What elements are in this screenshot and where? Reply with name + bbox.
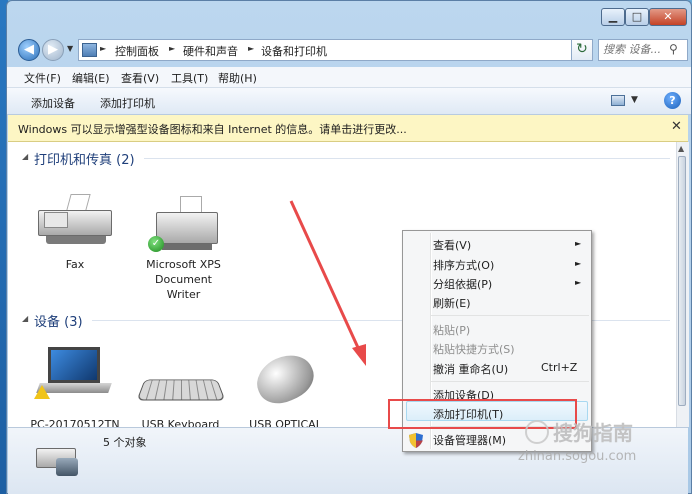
menu-edit[interactable]: 编辑(E) [72, 70, 110, 86]
add-printer-button[interactable]: 添加打印机 [100, 95, 155, 111]
menu-bar: 文件(F) 编辑(E) 查看(V) 工具(T) 帮助(H) [7, 67, 691, 88]
annotation-highlight-box [388, 399, 577, 429]
watermark-url: zhinan.sogou.com [518, 449, 637, 464]
collapse-arrow-icon[interactable]: ◢ [22, 152, 28, 161]
mouse-icon [249, 346, 321, 412]
forward-button[interactable]: ▶ [42, 39, 64, 61]
refresh-button[interactable]: ↻ [571, 39, 593, 61]
breadcrumb-separator-icon[interactable]: ► [248, 44, 254, 53]
menu-item-refresh[interactable]: 刷新(E) [433, 295, 471, 311]
device-xps-writer[interactable]: ✓ Microsoft XPS Document Writer [136, 192, 231, 302]
search-input[interactable] [603, 43, 665, 56]
menu-item-view[interactable]: 查看(V) [433, 237, 471, 253]
group-header-devices[interactable]: 设备 (3) [34, 311, 83, 330]
object-count: 5 个对象 [103, 436, 147, 449]
close-button[interactable]: ✕ [649, 8, 687, 26]
help-icon[interactable]: ? [664, 92, 681, 109]
breadcrumb-separator-icon[interactable]: ► [100, 44, 106, 53]
submenu-arrow-icon: ► [575, 259, 582, 268]
menu-tools[interactable]: 工具(T) [171, 70, 208, 86]
submenu-arrow-icon: ► [575, 278, 582, 287]
breadcrumb-hardware-sound[interactable]: 硬件和声音 [183, 43, 238, 59]
menu-item-device-manager[interactable]: 设备管理器(M) [433, 432, 506, 448]
group-header-printers[interactable]: 打印机和传真 (2) [34, 149, 135, 168]
menu-file[interactable]: 文件(F) [24, 70, 61, 86]
fax-keypad-icon [44, 212, 68, 228]
device-label-line: Document [155, 273, 212, 286]
back-button[interactable]: ◀ [18, 39, 40, 61]
breadcrumb-separator-icon[interactable]: ► [169, 44, 175, 53]
keyboard-icon [136, 379, 226, 401]
default-printer-check-icon: ✓ [148, 236, 164, 252]
refresh-icon: ↻ [576, 41, 588, 57]
device-label: Fax [65, 258, 85, 271]
printer-tray-icon [162, 244, 212, 250]
device-label: Microsoft XPS Document Writer [136, 257, 231, 302]
camera-icon [56, 458, 78, 476]
warning-icon [34, 385, 50, 399]
menu-help[interactable]: 帮助(H) [218, 70, 257, 86]
undo-shortcut: Ctrl+Z [541, 361, 578, 374]
control-panel-icon [82, 43, 97, 57]
collapse-arrow-icon[interactable]: ◢ [22, 314, 28, 323]
back-arrow-icon: ◀ [24, 42, 34, 57]
menu-item-paste[interactable]: 粘贴(P) [433, 322, 470, 338]
scrollbar-thumb[interactable] [678, 156, 686, 406]
info-bar[interactable]: Windows 可以显示增强型设备图标和来自 Internet 的信息。请单击进… [8, 115, 688, 142]
search-icon[interactable]: ⚲ [669, 42, 678, 56]
menu-item-sort-by[interactable]: 排序方式(O) [433, 257, 494, 273]
group-divider [144, 158, 670, 159]
menu-view[interactable]: 查看(V) [121, 70, 159, 86]
uac-shield-icon [409, 433, 423, 448]
info-bar-text[interactable]: Windows 可以显示增强型设备图标和来自 Internet 的信息。请单击进… [18, 121, 407, 137]
fax-base-icon [46, 236, 106, 244]
device-label-line: Writer [166, 288, 201, 301]
submenu-arrow-icon: ► [575, 239, 582, 248]
menu-item-group-by[interactable]: 分组依据(P) [433, 276, 492, 292]
device-fax[interactable]: Fax [30, 192, 120, 271]
search-box[interactable]: ⚲ [598, 39, 688, 61]
change-view-icon[interactable] [611, 95, 625, 106]
add-device-button[interactable]: 添加设备 [31, 95, 75, 111]
forward-arrow-icon: ▶ [48, 42, 58, 57]
watermark-text: 搜狗指南 [553, 421, 633, 445]
watermark-logo-icon [525, 420, 549, 444]
menu-separator [431, 315, 589, 316]
menu-item-undo-rename[interactable]: 撤消 重命名(U) [433, 361, 508, 377]
scroll-up-icon[interactable]: ▲ [678, 144, 684, 153]
view-dropdown-icon[interactable]: ▼ [631, 95, 638, 105]
device-usb-keyboard[interactable]: USB Keyboard [133, 347, 228, 431]
menu-separator [431, 381, 589, 382]
recent-pages-dropdown-icon[interactable]: ▼ [67, 44, 73, 53]
device-label-line: Microsoft XPS [146, 258, 221, 271]
maximize-button[interactable]: □ [625, 8, 649, 26]
device-computer[interactable]: PC-20170512TN [30, 347, 120, 431]
breadcrumb-control-panel[interactable]: 控制面板 [115, 43, 159, 59]
minimize-button[interactable]: ▁ [601, 8, 625, 26]
device-usb-optical-mouse[interactable]: USB OPTICAL [238, 346, 333, 431]
info-bar-close-icon[interactable]: ✕ [671, 119, 682, 134]
address-bar[interactable]: ► 控制面板 ► 硬件和声音 ► 设备和打印机 ▼ [78, 39, 637, 61]
menu-item-paste-shortcut[interactable]: 粘贴快捷方式(S) [433, 341, 515, 357]
printer-icon [156, 212, 218, 244]
command-toolbar: 添加设备 添加打印机 ▼ ? [7, 88, 691, 115]
devices-printers-icon [32, 440, 82, 480]
breadcrumb-devices-printers[interactable]: 设备和打印机 [261, 43, 327, 59]
laptop-screen-icon [48, 347, 100, 383]
